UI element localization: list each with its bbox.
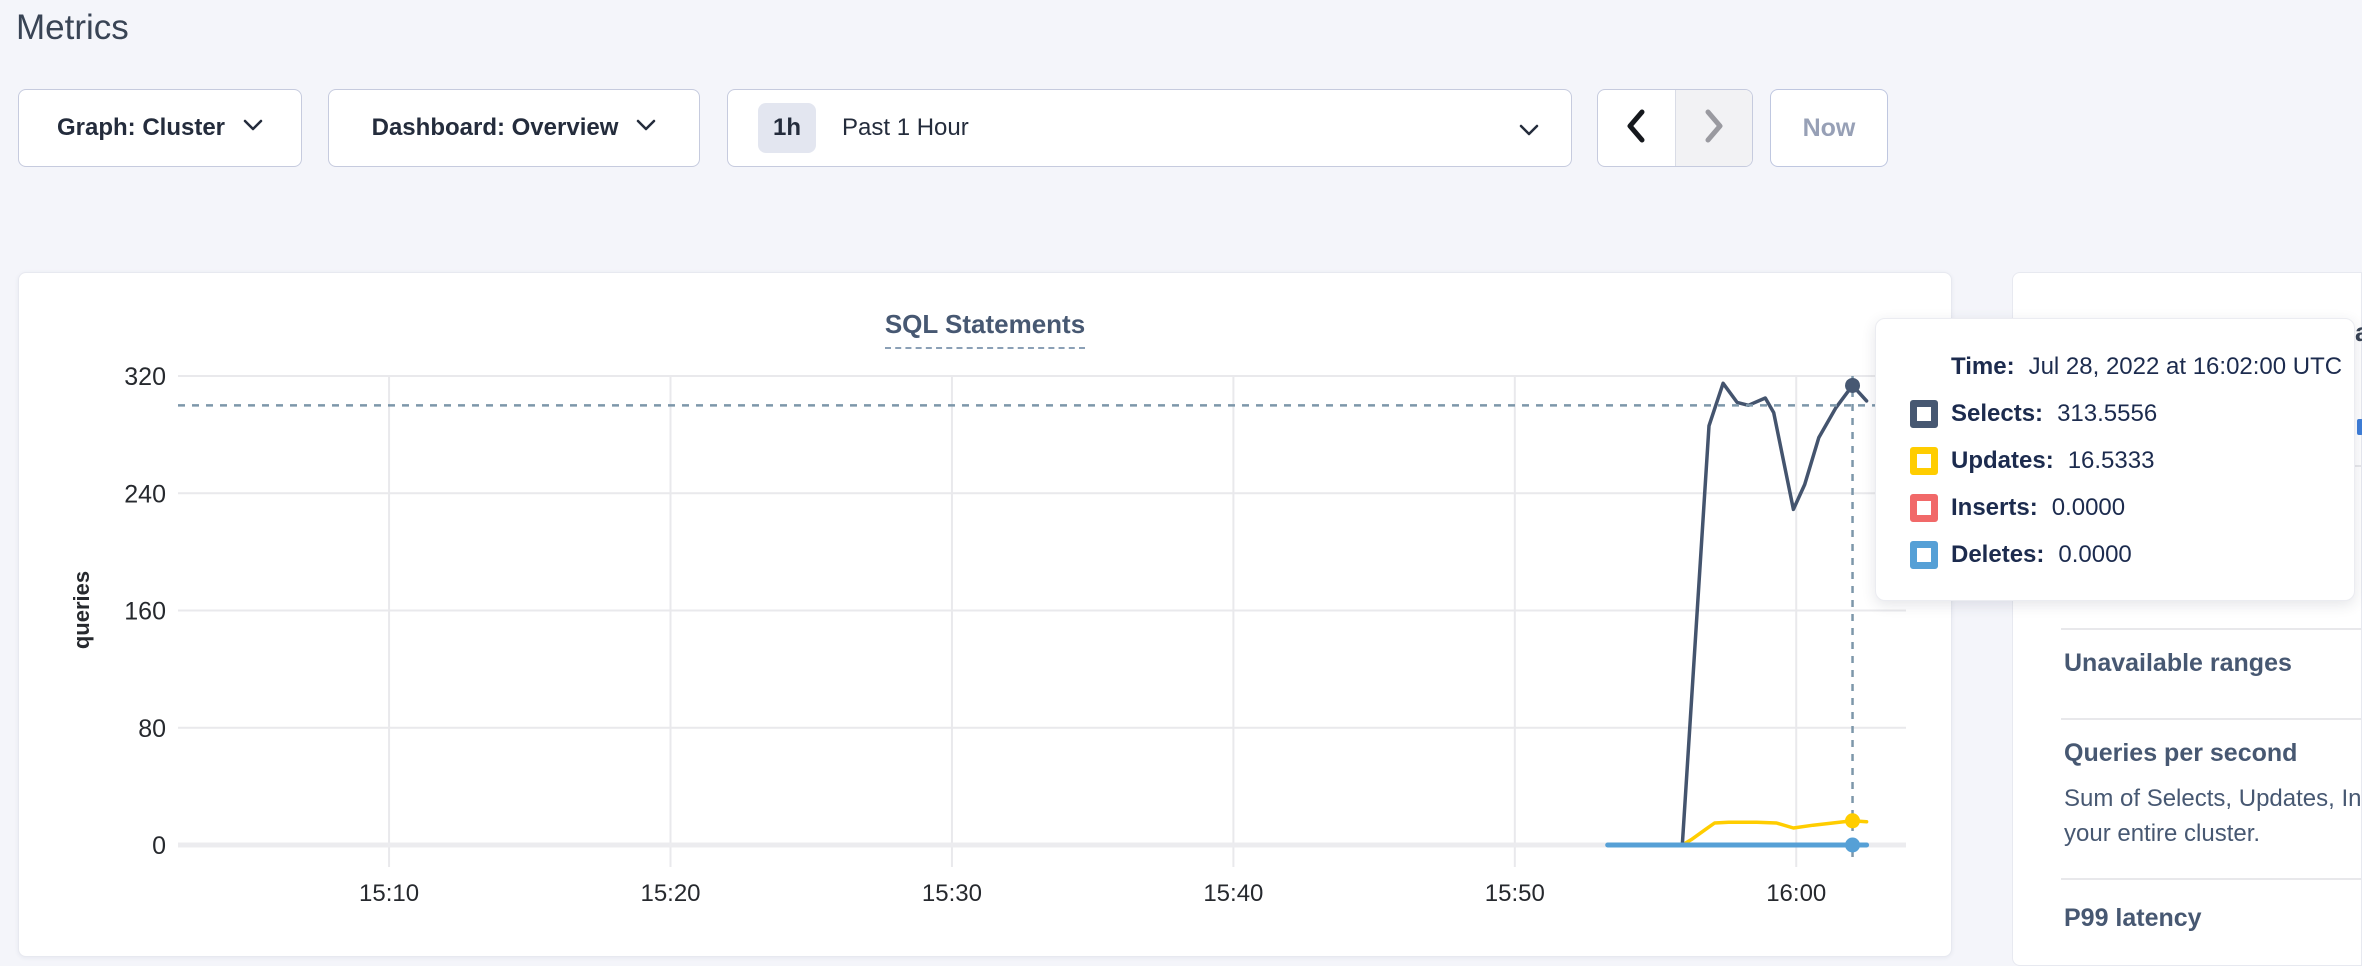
tooltip-series-row: Updates: 16.5333 (1910, 437, 2334, 484)
graph-dropdown-label: Graph: Cluster (57, 114, 225, 142)
page-title: Metrics (16, 0, 129, 56)
time-range-label: Past 1 Hour (842, 114, 969, 142)
time-range-picker[interactable]: 1h Past 1 Hour (727, 89, 1572, 167)
chevron-left-icon (1624, 108, 1648, 149)
deletes-legend-icon (1910, 541, 1938, 569)
next-time-button[interactable] (1675, 90, 1753, 166)
svg-text:15:20: 15:20 (640, 880, 700, 907)
graph-dropdown[interactable]: Graph: Cluster (18, 89, 302, 167)
inserts-legend-icon (1910, 494, 1938, 522)
previous-time-button[interactable] (1598, 90, 1675, 166)
time-range-badge: 1h (758, 103, 816, 153)
svg-text:15:40: 15:40 (1203, 880, 1263, 907)
clipped-text-fragment: a (2355, 317, 2362, 348)
summary-item-unavailable-ranges: Unavailable ranges (2064, 649, 2292, 678)
svg-text:240: 240 (124, 480, 166, 508)
dashboard-dropdown[interactable]: Dashboard: Overview (328, 89, 700, 167)
svg-text:16:00: 16:00 (1766, 880, 1826, 907)
tooltip-series-label: Deletes: (1951, 541, 2044, 569)
summary-item-description-line1: Sum of Selects, Updates, Inser (2064, 781, 2362, 816)
svg-text:15:50: 15:50 (1485, 880, 1545, 907)
svg-text:queries: queries (69, 571, 94, 649)
svg-text:15:10: 15:10 (359, 880, 419, 907)
chevron-down-icon (1519, 124, 1539, 142)
tooltip-series-label: Inserts: (1951, 494, 2038, 522)
tooltip-series-row: Selects: 313.5556 (1910, 390, 2334, 437)
updates-legend-icon (1910, 447, 1938, 475)
summary-item-queries-per-second: Queries per second (2064, 739, 2297, 768)
now-button[interactable]: Now (1770, 89, 1888, 167)
summary-item-description-line2: your entire cluster. (2064, 816, 2260, 851)
tooltip-series-value: 313.5556 (2057, 400, 2157, 428)
tooltip-time-label: Time: (1951, 353, 2015, 381)
chart-hover-tooltip: Time: Jul 28, 2022 at 16:02:00 UTC Selec… (1875, 318, 2355, 601)
tooltip-series-value: 0.0000 (2058, 541, 2131, 569)
dashboard-dropdown-label: Dashboard: Overview (372, 114, 619, 142)
now-button-label: Now (1803, 114, 1856, 143)
chevron-down-icon (243, 119, 263, 137)
svg-text:15:30: 15:30 (922, 880, 982, 907)
tooltip-series-label: Selects: (1951, 400, 2043, 428)
selects-legend-icon (1910, 400, 1938, 428)
tooltip-time-value: Jul 28, 2022 at 16:02:00 UTC (2029, 353, 2343, 381)
svg-text:320: 320 (124, 363, 166, 391)
divider (2061, 718, 2361, 720)
sql-statements-chart-card: SQL Statements 15:1015:2015:3015:4015:50… (18, 272, 1952, 957)
chevron-right-icon (1702, 108, 1726, 149)
chevron-down-icon (636, 119, 656, 137)
time-step-buttons (1597, 89, 1753, 167)
divider (2061, 628, 2361, 630)
svg-text:0: 0 (152, 832, 166, 860)
sql-statements-chart[interactable]: 15:10 15:20 15:30 15:40 15:50 16:00 0 80 160 240 3… (19, 273, 1953, 958)
tooltip-series-value: 0.0000 (2052, 494, 2125, 522)
clipped-link-fragment (2357, 419, 2362, 435)
tooltip-series-value: 16.5333 (2068, 447, 2155, 475)
svg-text:160: 160 (124, 598, 166, 626)
tooltip-time-row: Time: Jul 28, 2022 at 16:02:00 UTC (1910, 343, 2334, 390)
summary-item-p99-latency: P99 latency (2064, 904, 2202, 933)
tooltip-series-label: Updates: (1951, 447, 2054, 475)
tooltip-series-row: Inserts: 0.0000 (1910, 484, 2334, 531)
tooltip-series-row: Deletes: 0.0000 (1910, 531, 2334, 578)
divider (2061, 878, 2361, 880)
svg-text:80: 80 (138, 715, 166, 743)
